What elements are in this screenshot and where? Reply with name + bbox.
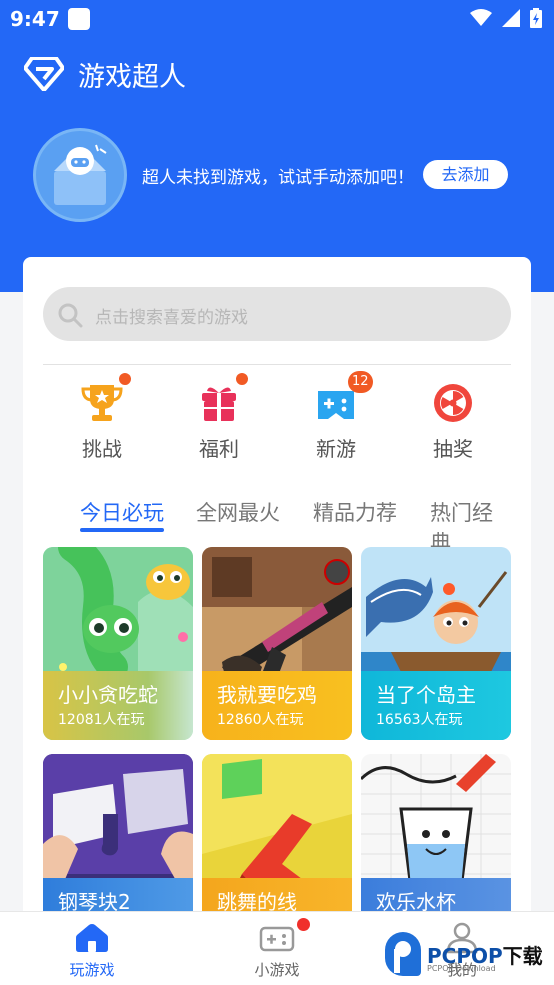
shortcut-label: 福利 xyxy=(199,437,239,461)
nav-badge-dot xyxy=(297,918,310,931)
wifi-icon xyxy=(470,9,492,26)
game-card[interactable]: 当了个岛主 16563人在玩 xyxy=(361,547,511,740)
watermark-subtitle: PCPOP Download xyxy=(427,964,496,973)
shortcut-lottery[interactable]: 抽奖 xyxy=(413,381,493,461)
shortcut-label: 新游 xyxy=(316,437,356,461)
shortcut-label: 挑战 xyxy=(82,437,122,461)
status-time: 9:47 xyxy=(10,7,60,31)
battery-icon xyxy=(530,8,542,28)
game-card[interactable]: 我就要吃鸡 12860人在玩 xyxy=(202,547,352,740)
content-card: 点击搜索喜爱的游戏 挑战 福利 12 新游 抽奖 今日必玩 全网最火 精品力荐 … xyxy=(23,257,531,957)
active-tab-indicator xyxy=(80,528,164,532)
shortcut-challenge[interactable]: 挑战 xyxy=(62,373,142,461)
app-bar: 游戏超人 xyxy=(24,54,186,94)
game-players: 16563人在玩 xyxy=(376,712,463,728)
app-title: 游戏超人 xyxy=(78,61,186,93)
game-players: 12081人在玩 xyxy=(58,712,145,728)
divider xyxy=(43,364,511,365)
game-name: 我就要吃鸡 xyxy=(217,683,317,707)
gift-icon xyxy=(202,387,236,421)
nav-label: 玩游戏 xyxy=(69,961,115,979)
search-bar[interactable]: 点击搜索喜爱的游戏 xyxy=(43,287,511,341)
game-players: 12860人在玩 xyxy=(217,712,304,728)
status-bar: 9:47 xyxy=(0,0,554,38)
search-placeholder: 点击搜索喜爱的游戏 xyxy=(95,308,248,328)
controller-icon xyxy=(259,926,295,952)
nav-play-games[interactable]: 玩游戏 xyxy=(32,912,152,985)
shortcut-new-games[interactable]: 12 新游 xyxy=(296,371,376,461)
game-name: 小小贪吃蛇 xyxy=(58,683,158,707)
tab-hottest[interactable]: 全网最火 xyxy=(196,497,280,527)
superman-logo xyxy=(24,57,64,91)
add-game-button[interactable]: 去添加 xyxy=(423,160,508,189)
shortcut-label: 抽奖 xyxy=(433,437,473,461)
tab-featured[interactable]: 精品力荐 xyxy=(313,497,397,527)
signal-icon xyxy=(502,9,520,27)
notification-icon xyxy=(68,8,90,30)
shortcut-badge-dot xyxy=(119,373,131,385)
shortcut-welfare[interactable]: 福利 xyxy=(179,373,259,461)
tab-today-picks[interactable]: 今日必玩 xyxy=(80,497,164,527)
nav-label: 小游戏 xyxy=(254,961,300,979)
home-icon xyxy=(76,924,108,952)
empty-state-message: 超人未找到游戏，试试手动添加吧！ xyxy=(142,168,414,188)
game-name: 当了个岛主 xyxy=(376,683,476,707)
shortcut-badge-count: 12 xyxy=(348,371,373,393)
trophy-icon xyxy=(81,385,123,421)
category-tabs: 今日必玩 全网最火 精品力荐 热门经典 xyxy=(43,497,511,555)
game-card[interactable]: 小小贪吃蛇 12081人在玩 xyxy=(43,547,193,740)
pcpop-logo xyxy=(385,932,421,976)
nav-mini-games[interactable]: 小游戏 xyxy=(217,912,337,985)
search-icon xyxy=(58,303,83,328)
shortcut-badge-dot xyxy=(236,373,248,385)
lottery-wheel-icon xyxy=(434,384,472,422)
mascot-box-illustration xyxy=(33,128,127,222)
